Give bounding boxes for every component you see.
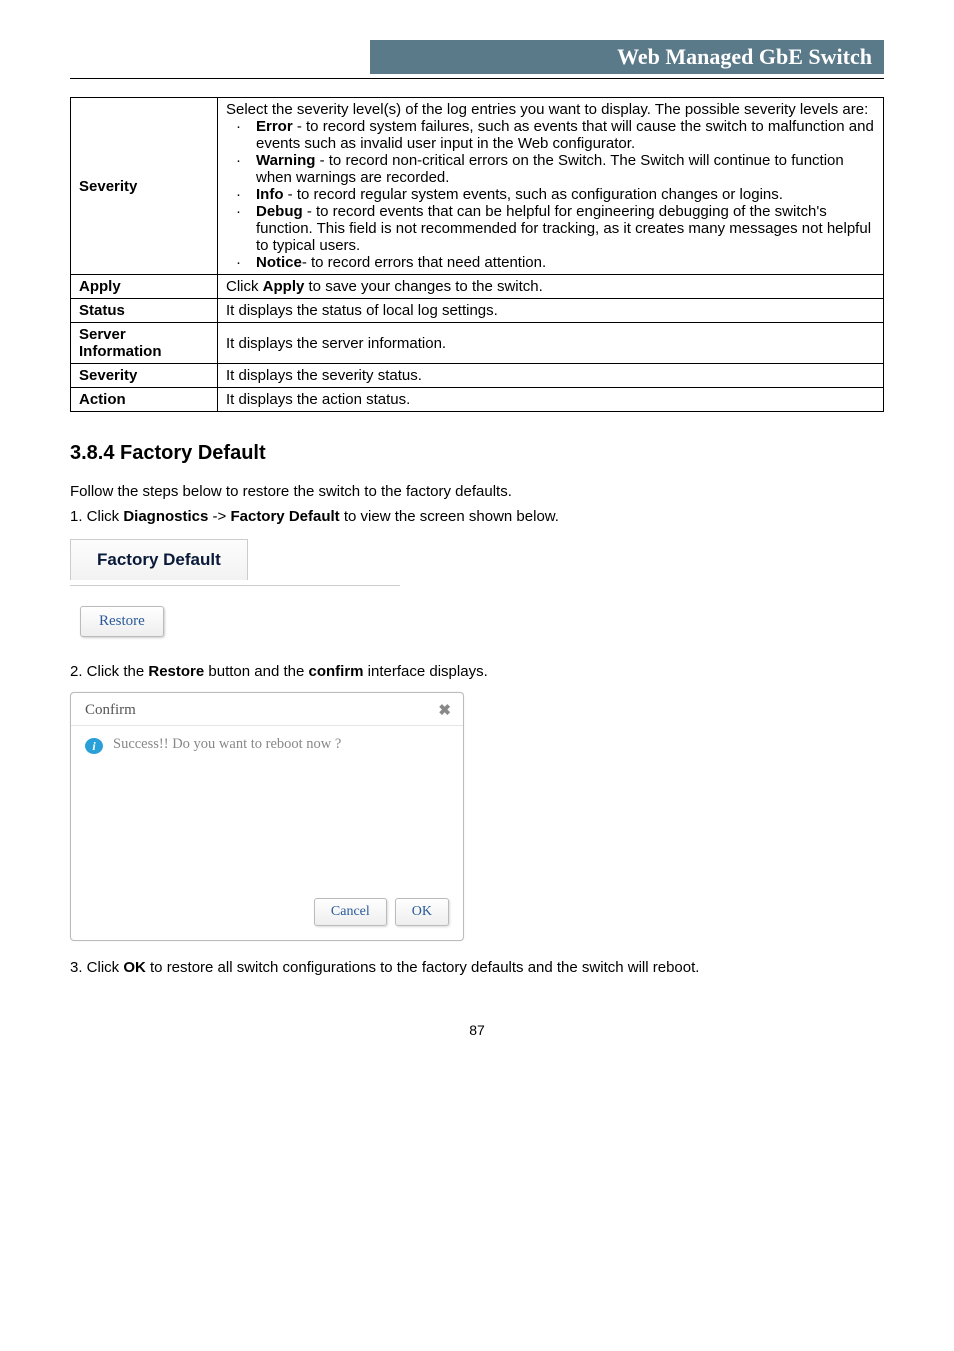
- severity-item: · Warning - to record non-critical error…: [236, 152, 875, 186]
- rest-error: - to record system failures, such as eve…: [256, 118, 874, 152]
- factory-default-tab: Factory Default: [70, 539, 248, 580]
- rest-info: - to record regular system events, such …: [284, 186, 783, 203]
- page-number: 87: [70, 1022, 884, 1038]
- cell-action-desc: It displays the action status.: [218, 388, 884, 412]
- table-row: Action It displays the action status.: [71, 388, 884, 412]
- severity-item: · Info - to record regular system events…: [236, 186, 875, 203]
- bullet-icon: ·: [236, 203, 256, 220]
- dialog-message: Success!! Do you want to reboot now ?: [113, 736, 341, 753]
- table-row: Severity Select the severity level(s) of…: [71, 98, 884, 275]
- paragraph-step2: 2. Click the Restore button and the conf…: [70, 663, 884, 680]
- step2-b2: confirm: [309, 663, 364, 680]
- paragraph-step3: 3. Click OK to restore all switch config…: [70, 959, 884, 976]
- cell-severity-desc: Select the severity level(s) of the log …: [218, 98, 884, 275]
- dialog-footer: Cancel OK: [71, 888, 463, 940]
- bullet-icon: ·: [236, 254, 256, 271]
- bullet-icon: ·: [236, 186, 256, 203]
- cell-severity2-desc: It displays the severity status.: [218, 364, 884, 388]
- cell-apply-desc: Click Apply to save your changes to the …: [218, 275, 884, 299]
- table-row: Server Information It displays the serve…: [71, 323, 884, 364]
- close-icon[interactable]: ✖: [438, 701, 451, 719]
- step2-post: interface displays.: [364, 663, 488, 680]
- dialog-titlebar: Confirm ✖: [71, 693, 463, 726]
- dialog-title-text: Confirm: [85, 702, 136, 719]
- cell-severity-label: Severity: [71, 98, 218, 275]
- severity-intro: Select the severity level(s) of the log …: [226, 101, 875, 118]
- bullet-icon: ·: [236, 152, 256, 169]
- step1-b2: Factory Default: [230, 508, 339, 525]
- rest-debug: - to record events that can be helpful f…: [256, 203, 871, 254]
- cell-apply-label: Apply: [71, 275, 218, 299]
- bullet-icon: ·: [236, 118, 256, 135]
- ok-button[interactable]: OK: [395, 898, 449, 926]
- paragraph-intro: Follow the steps below to restore the sw…: [70, 483, 884, 500]
- term-notice: Notice: [256, 254, 302, 271]
- step1-mid: ->: [208, 508, 230, 525]
- step2-pre: 2. Click the: [70, 663, 148, 680]
- cell-action-label: Action: [71, 388, 218, 412]
- step1-pre: 1. Click: [70, 508, 123, 525]
- section-heading: 3.8.4 Factory Default: [70, 442, 884, 465]
- step2-mid: button and the: [204, 663, 308, 680]
- term-warning: Warning: [256, 152, 315, 169]
- cell-status-desc: It displays the status of local log sett…: [218, 299, 884, 323]
- restore-button[interactable]: Restore: [80, 606, 164, 637]
- step1-b1: Diagnostics: [123, 508, 208, 525]
- cell-severity2-label: Severity: [71, 364, 218, 388]
- apply-bold: Apply: [263, 278, 305, 295]
- cell-server-desc: It displays the server information.: [218, 323, 884, 364]
- severity-item: · Error - to record system failures, suc…: [236, 118, 875, 152]
- factory-default-tab-wrap: Factory Default: [70, 539, 884, 580]
- step3-b1: OK: [123, 959, 146, 976]
- term-error: Error: [256, 118, 293, 135]
- severity-item: · Debug - to record events that can be h…: [236, 203, 875, 254]
- paragraph-step1: 1. Click Diagnostics -> Factory Default …: [70, 508, 884, 525]
- step2-b1: Restore: [148, 663, 204, 680]
- term-info: Info: [256, 186, 284, 203]
- cancel-button[interactable]: Cancel: [314, 898, 387, 926]
- server-label-1: Server: [79, 326, 126, 343]
- apply-pre: Click: [226, 278, 263, 295]
- server-label-2: Information: [79, 343, 162, 360]
- dialog-body: i Success!! Do you want to reboot now ?: [71, 726, 463, 888]
- header-rule: [70, 78, 884, 79]
- tab-underline: [70, 585, 400, 586]
- cell-status-label: Status: [71, 299, 218, 323]
- step3-pre: 3. Click: [70, 959, 123, 976]
- rest-warning: - to record non-critical errors on the S…: [256, 152, 844, 186]
- step3-post: to restore all switch configurations to …: [146, 959, 700, 976]
- table-row: Apply Click Apply to save your changes t…: [71, 275, 884, 299]
- info-icon: i: [85, 738, 103, 754]
- severity-item: · Notice- to record errors that need att…: [236, 254, 875, 271]
- rest-notice: - to record errors that need attention.: [302, 254, 546, 271]
- apply-post: to save your changes to the switch.: [304, 278, 542, 295]
- confirm-dialog: Confirm ✖ i Success!! Do you want to reb…: [70, 692, 464, 941]
- cell-server-label: Server Information: [71, 323, 218, 364]
- table-row: Status It displays the status of local l…: [71, 299, 884, 323]
- term-debug: Debug: [256, 203, 303, 220]
- header-banner: Web Managed GbE Switch: [370, 40, 884, 74]
- step1-post: to view the screen shown below.: [340, 508, 559, 525]
- settings-table: Severity Select the severity level(s) of…: [70, 97, 884, 412]
- table-row: Severity It displays the severity status…: [71, 364, 884, 388]
